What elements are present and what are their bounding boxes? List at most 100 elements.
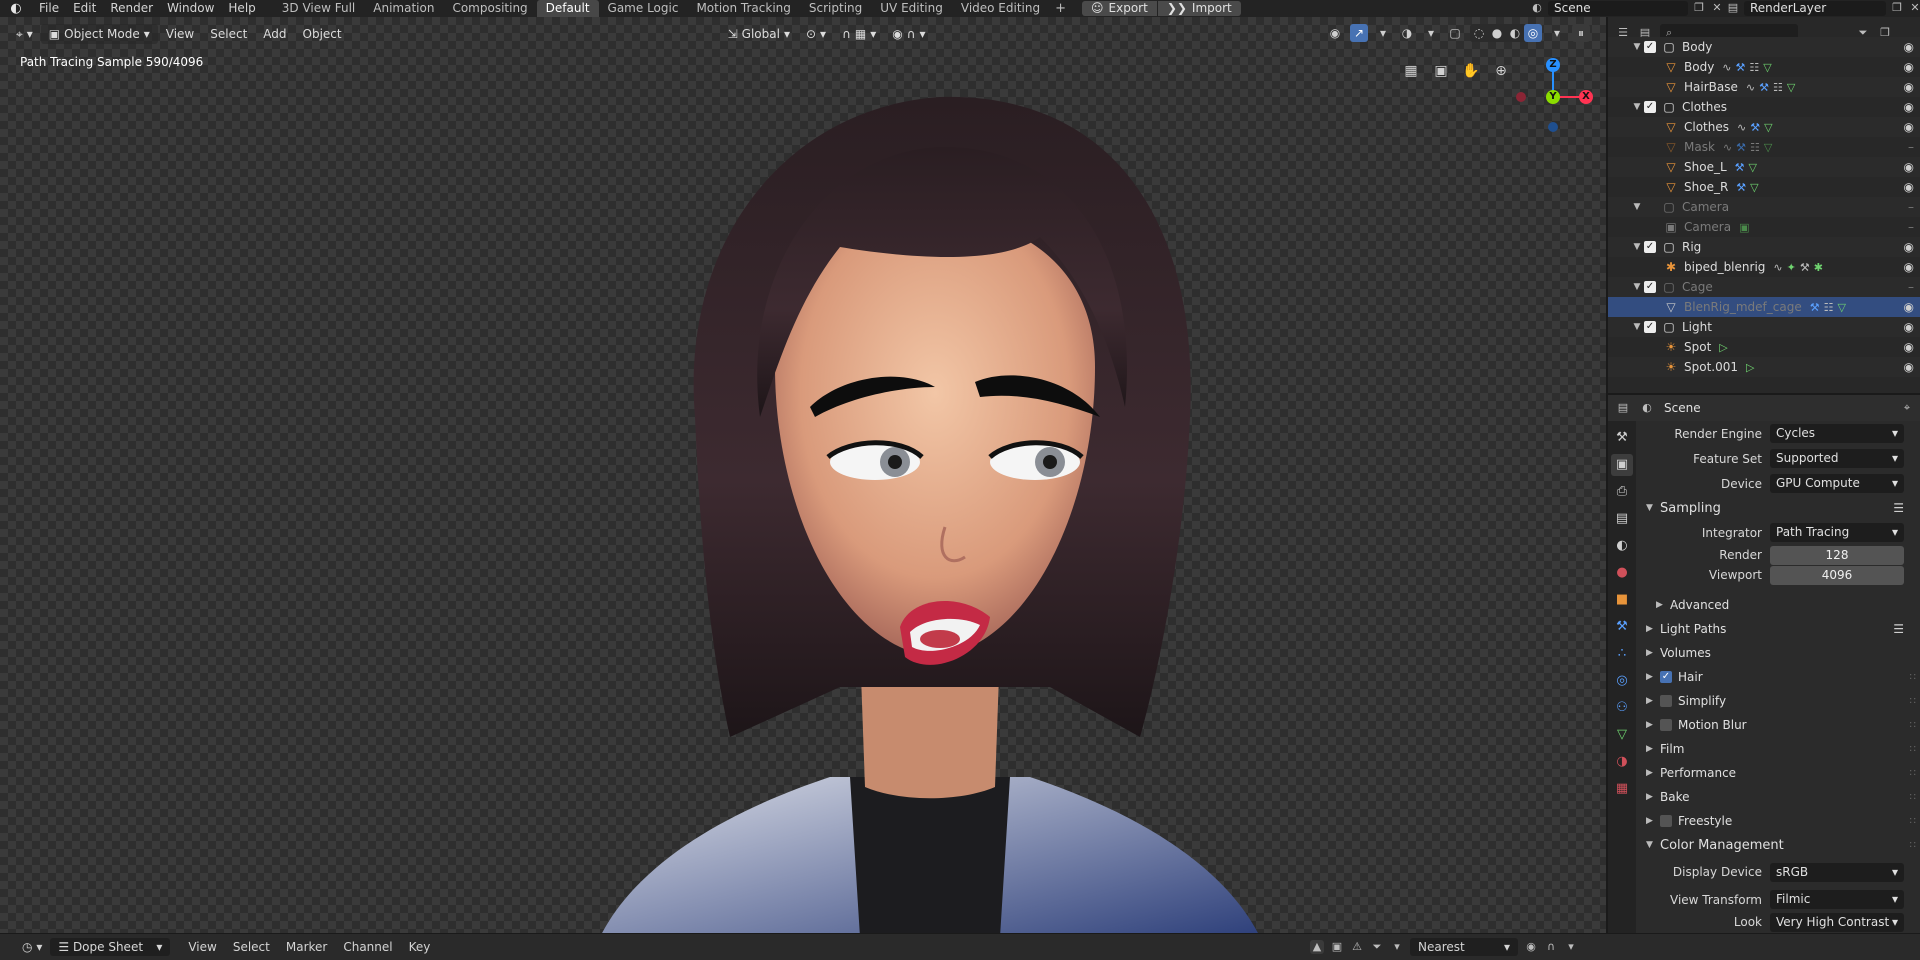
hair-panel-header[interactable]: ▶ ✓ Hair ∷: [1638, 665, 1920, 689]
material-shading-icon[interactable]: ◐: [1506, 24, 1524, 42]
toggle-camera-grid-icon[interactable]: ▦: [1400, 60, 1422, 82]
drag-handle-icon[interactable]: ∷: [1910, 696, 1916, 707]
outliner-row[interactable]: ☀ Spot ▷ ◉: [1608, 337, 1920, 357]
outliner-row[interactable]: ▽ Mask ∿ ⚒ ☷ ▽ –: [1608, 137, 1920, 157]
outliner-row[interactable]: ▼ ✓ ▢ Cage –: [1608, 277, 1920, 297]
expand-icon[interactable]: ▼: [1630, 242, 1644, 252]
eye-icon[interactable]: ◉: [1904, 120, 1914, 134]
tab-scripting[interactable]: Scripting: [800, 0, 871, 17]
pin-icon[interactable]: ⌖: [1900, 401, 1914, 415]
tool-tab-icon[interactable]: ⚒: [1611, 427, 1633, 449]
dopesheet-menu-channel[interactable]: Channel: [335, 940, 400, 954]
expand-icon[interactable]: ▼: [1630, 282, 1644, 292]
particles-tab-icon[interactable]: ∴: [1611, 643, 1633, 665]
dopesheet-menu-select[interactable]: Select: [225, 940, 278, 954]
eye-icon[interactable]: ◉: [1904, 300, 1914, 314]
world-tab-icon[interactable]: ●: [1611, 562, 1633, 584]
tab-motion-tracking[interactable]: Motion Tracking: [687, 0, 799, 17]
outliner-row[interactable]: ☀ Spot.001 ▷ ◉: [1608, 357, 1920, 377]
outliner-row[interactable]: ✱ biped_blenrig ∿ ✦ ⚒ ✱ ◉: [1608, 257, 1920, 277]
chevron-down-icon[interactable]: ▾: [1548, 24, 1566, 42]
render-engine-dropdown[interactable]: Cycles ▾: [1770, 424, 1904, 443]
dope-sheet-editor-type-button[interactable]: ◷ ▾: [14, 940, 50, 954]
render-tab-icon[interactable]: ▣: [1611, 454, 1633, 476]
advanced-subpanel-header[interactable]: ▶ Advanced: [1638, 593, 1920, 617]
viewport-samples-field[interactable]: 4096: [1770, 565, 1904, 585]
outliner-row[interactable]: ▼ ✓ ▢ Body ◉: [1608, 37, 1920, 57]
drag-handle-icon[interactable]: ∷: [1910, 720, 1916, 731]
hand-pan-icon[interactable]: ✋: [1460, 60, 1482, 82]
film-panel-header[interactable]: ▶ Film ∷: [1638, 737, 1920, 761]
device-dropdown[interactable]: GPU Compute ▾: [1770, 474, 1904, 493]
xray-toggle-icon[interactable]: ▢: [1446, 24, 1464, 42]
export-button[interactable]: ☺ Export: [1082, 1, 1157, 16]
eye-icon[interactable]: ◉: [1904, 360, 1914, 374]
menu-add[interactable]: Add: [255, 24, 294, 44]
dopesheet-menu-key[interactable]: Key: [401, 940, 439, 954]
view-layer-tab-icon[interactable]: ▤: [1611, 508, 1633, 530]
import-button[interactable]: ❯❯ Import: [1157, 1, 1241, 16]
motion-blur-checkbox[interactable]: [1660, 719, 1672, 731]
tab-compositing[interactable]: Compositing: [443, 0, 536, 17]
editor-type-button[interactable]: ⌖ ▾: [8, 24, 41, 44]
copy-layer-icon[interactable]: ❐: [1890, 1, 1904, 15]
outliner-row[interactable]: ▼ ▢ Camera –: [1608, 197, 1920, 217]
eye-closed-icon[interactable]: –: [1908, 280, 1914, 294]
tab-uv-editing[interactable]: UV Editing: [871, 0, 952, 17]
display-device-dropdown[interactable]: sRGB ▾: [1770, 862, 1904, 882]
transform-orientation-dropdown[interactable]: ⇲ Global ▾: [720, 24, 798, 44]
drag-handle-icon[interactable]: ∷: [1910, 840, 1916, 851]
data-tab-icon[interactable]: ▽: [1611, 724, 1633, 746]
eye-icon[interactable]: ◉: [1904, 40, 1914, 54]
collection-checkbox[interactable]: ✓: [1644, 101, 1656, 113]
drag-handle-icon[interactable]: ∷: [1910, 768, 1916, 779]
drag-handle-icon[interactable]: ∷: [1910, 816, 1916, 827]
eye-icon[interactable]: ◉: [1904, 160, 1914, 174]
chevron-down-icon[interactable]: ▾: [1422, 24, 1440, 42]
wireframe-shading-icon[interactable]: ◌: [1470, 24, 1488, 42]
eye-icon[interactable]: ◉: [1904, 180, 1914, 194]
gizmo-y-axis[interactable]: Y: [1546, 90, 1560, 104]
blender-logo-icon[interactable]: ◐: [0, 0, 32, 17]
menu-view[interactable]: View: [158, 24, 202, 44]
eye-icon[interactable]: ◉: [1904, 80, 1914, 94]
menu-object[interactable]: Object: [295, 24, 350, 44]
scene-name-field[interactable]: Scene: [1548, 0, 1688, 16]
camera-view-icon[interactable]: ▣: [1430, 60, 1452, 82]
navigation-gizmo[interactable]: Z Y X: [1510, 52, 1593, 132]
gizmo-toggle-icon[interactable]: ↗: [1350, 24, 1368, 42]
pivot-dropdown[interactable]: ⊙ ▾: [798, 24, 834, 44]
zoom-icon[interactable]: ⊕: [1490, 60, 1512, 82]
eye-closed-icon[interactable]: –: [1908, 200, 1914, 214]
tab-video-editing[interactable]: Video Editing: [952, 0, 1049, 17]
collection-checkbox[interactable]: ✓: [1644, 281, 1656, 293]
menu-help[interactable]: Help: [221, 0, 262, 17]
modifier-tab-icon[interactable]: ⚒: [1611, 616, 1633, 638]
freestyle-panel-header[interactable]: ▶ Freestyle ∷: [1638, 809, 1920, 833]
tab-3d-view-full[interactable]: 3D View Full: [273, 0, 365, 17]
tab-default[interactable]: Default: [536, 0, 599, 17]
falloff-icon[interactable]: ∩: [1544, 940, 1558, 954]
color-management-panel-header[interactable]: ▼ Color Management ∷: [1638, 833, 1920, 857]
scene-icon[interactable]: ◐: [1530, 1, 1544, 15]
overlay-toggle-icon[interactable]: ◑: [1398, 24, 1416, 42]
expand-icon[interactable]: ▼: [1630, 42, 1644, 52]
eye-icon[interactable]: ◉: [1904, 240, 1914, 254]
motion-blur-panel-header[interactable]: ▶ Motion Blur ∷: [1638, 713, 1920, 737]
object-tab-icon[interactable]: ■: [1611, 589, 1633, 611]
hair-checkbox[interactable]: ✓: [1660, 671, 1672, 683]
copy-scene-icon[interactable]: ❐: [1692, 1, 1706, 15]
gizmo-neg-z-axis[interactable]: [1548, 122, 1558, 132]
outliner-row[interactable]: ▼ ✓ ▢ Rig ◉: [1608, 237, 1920, 257]
drag-handle-icon[interactable]: ∷: [1910, 672, 1916, 683]
only-errors-icon[interactable]: ⚠: [1350, 940, 1364, 954]
look-dropdown[interactable]: Very High Contrast ▾: [1770, 912, 1904, 932]
outliner-row[interactable]: ▽ Shoe_L ⚒ ▽ ◉: [1608, 157, 1920, 177]
outliner-row-selected[interactable]: ▽ BlenRig_mdef_cage ⚒ ☷ ▽ ◉: [1608, 297, 1920, 317]
presets-list-icon[interactable]: ☰: [1893, 501, 1904, 515]
snap-toggle[interactable]: ∩ ▦ ▾: [834, 24, 884, 44]
gizmo-z-axis[interactable]: Z: [1546, 58, 1560, 72]
outliner-row[interactable]: ▽ Clothes ∿ ⚒ ▽ ◉: [1608, 117, 1920, 137]
dopesheet-menu-marker[interactable]: Marker: [278, 940, 335, 954]
gizmo-neg-x-axis[interactable]: [1516, 92, 1526, 102]
